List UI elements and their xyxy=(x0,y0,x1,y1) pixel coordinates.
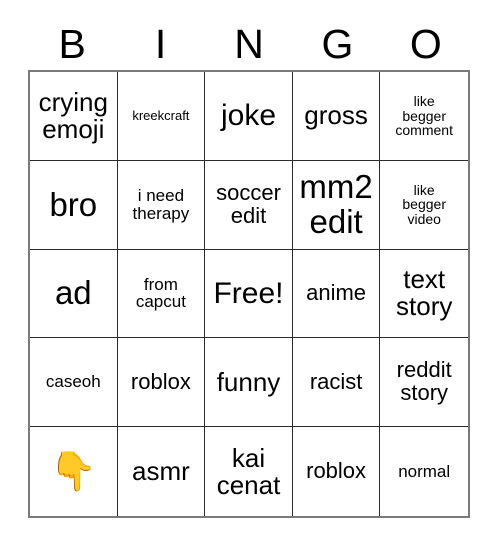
bingo-cell-label: anime xyxy=(306,280,367,306)
bingo-cell-label: roblox xyxy=(306,458,367,484)
bingo-cell-label: gross xyxy=(304,100,368,131)
bingo-cell-label: caseoh xyxy=(45,372,101,392)
bingo-cell-label: kreekcraft xyxy=(132,108,190,124)
bingo-cell-label: reddit story xyxy=(396,357,452,406)
bingo-cell[interactable]: gross xyxy=(292,72,381,161)
bingo-cell-label: roblox xyxy=(130,368,191,394)
bingo-cell[interactable]: crying emoji xyxy=(30,72,118,161)
bingo-cell[interactable]: ad xyxy=(30,249,118,339)
bingo-cell-label: i need therapy xyxy=(132,186,190,223)
bingo-cell-label: like begger comment xyxy=(395,93,453,139)
bingo-cell[interactable]: normal xyxy=(380,427,468,516)
bingo-cell-marked[interactable]: 👇 xyxy=(30,427,118,516)
bingo-cell[interactable]: joke xyxy=(205,72,293,161)
bingo-cell[interactable]: anime xyxy=(292,249,381,339)
bingo-cell[interactable]: i need therapy xyxy=(117,160,206,250)
bingo-cell[interactable]: reddit story xyxy=(380,338,468,428)
bingo-cell[interactable]: text story xyxy=(380,249,468,339)
bingo-cell-free-space[interactable]: Free! xyxy=(205,249,293,339)
bingo-cell[interactable]: mm2 edit xyxy=(292,160,381,250)
bingo-cell-label: bro xyxy=(49,185,98,223)
bingo-cell-label: joke xyxy=(220,99,277,133)
bingo-cell-label: ad xyxy=(54,274,92,312)
bingo-cell[interactable]: like begger comment xyxy=(380,72,468,161)
bingo-cell[interactable]: bro xyxy=(30,160,118,250)
bingo-cell-label: soccer edit xyxy=(216,179,281,228)
bingo-cell[interactable]: kai cenat xyxy=(205,427,293,516)
bingo-cell[interactable]: roblox xyxy=(292,427,381,516)
header-letter-i: I xyxy=(154,20,167,67)
bingo-cell-label: like begger video xyxy=(402,181,446,227)
bingo-cell-label: mm2 edit xyxy=(299,168,373,240)
bingo-cell-label: kai cenat xyxy=(216,442,281,500)
bingo-cell[interactable]: soccer edit xyxy=(205,160,293,250)
bingo-cell-label: crying emoji xyxy=(38,86,108,144)
bingo-cell-label: from capcut xyxy=(135,274,186,312)
header-letter-g: G xyxy=(321,20,354,67)
free-space-label: Free! xyxy=(213,276,284,310)
bingo-cell-label: normal xyxy=(398,461,451,481)
bingo-cell[interactable]: funny xyxy=(205,338,293,428)
bingo-cell-label: text story xyxy=(396,264,453,322)
bingo-cell[interactable]: roblox xyxy=(117,338,206,428)
pointing-down-finger-icon: 👇 xyxy=(49,450,97,493)
header-letter-b: B xyxy=(58,20,86,67)
bingo-grid: crying emoji kreekcraft joke gross like begg… xyxy=(28,70,470,518)
bingo-cell[interactable]: caseoh xyxy=(30,338,118,428)
bingo-header: B I N G O xyxy=(28,18,470,70)
bingo-cell[interactable]: racist xyxy=(292,338,381,428)
bingo-cell[interactable]: kreekcraft xyxy=(117,72,206,161)
bingo-cell[interactable]: asmr xyxy=(117,427,206,516)
bingo-cell-label: racist xyxy=(309,368,363,394)
bingo-cell[interactable]: like begger video xyxy=(380,160,468,250)
bingo-card: B I N G O crying emoji kreekcraft joke gros… xyxy=(0,0,500,544)
header-letter-o: O xyxy=(409,20,442,67)
bingo-cell-label: asmr xyxy=(132,456,190,487)
bingo-cell-label: funny xyxy=(216,366,281,397)
bingo-cell[interactable]: from capcut xyxy=(117,249,206,339)
header-letter-n: N xyxy=(234,20,264,67)
